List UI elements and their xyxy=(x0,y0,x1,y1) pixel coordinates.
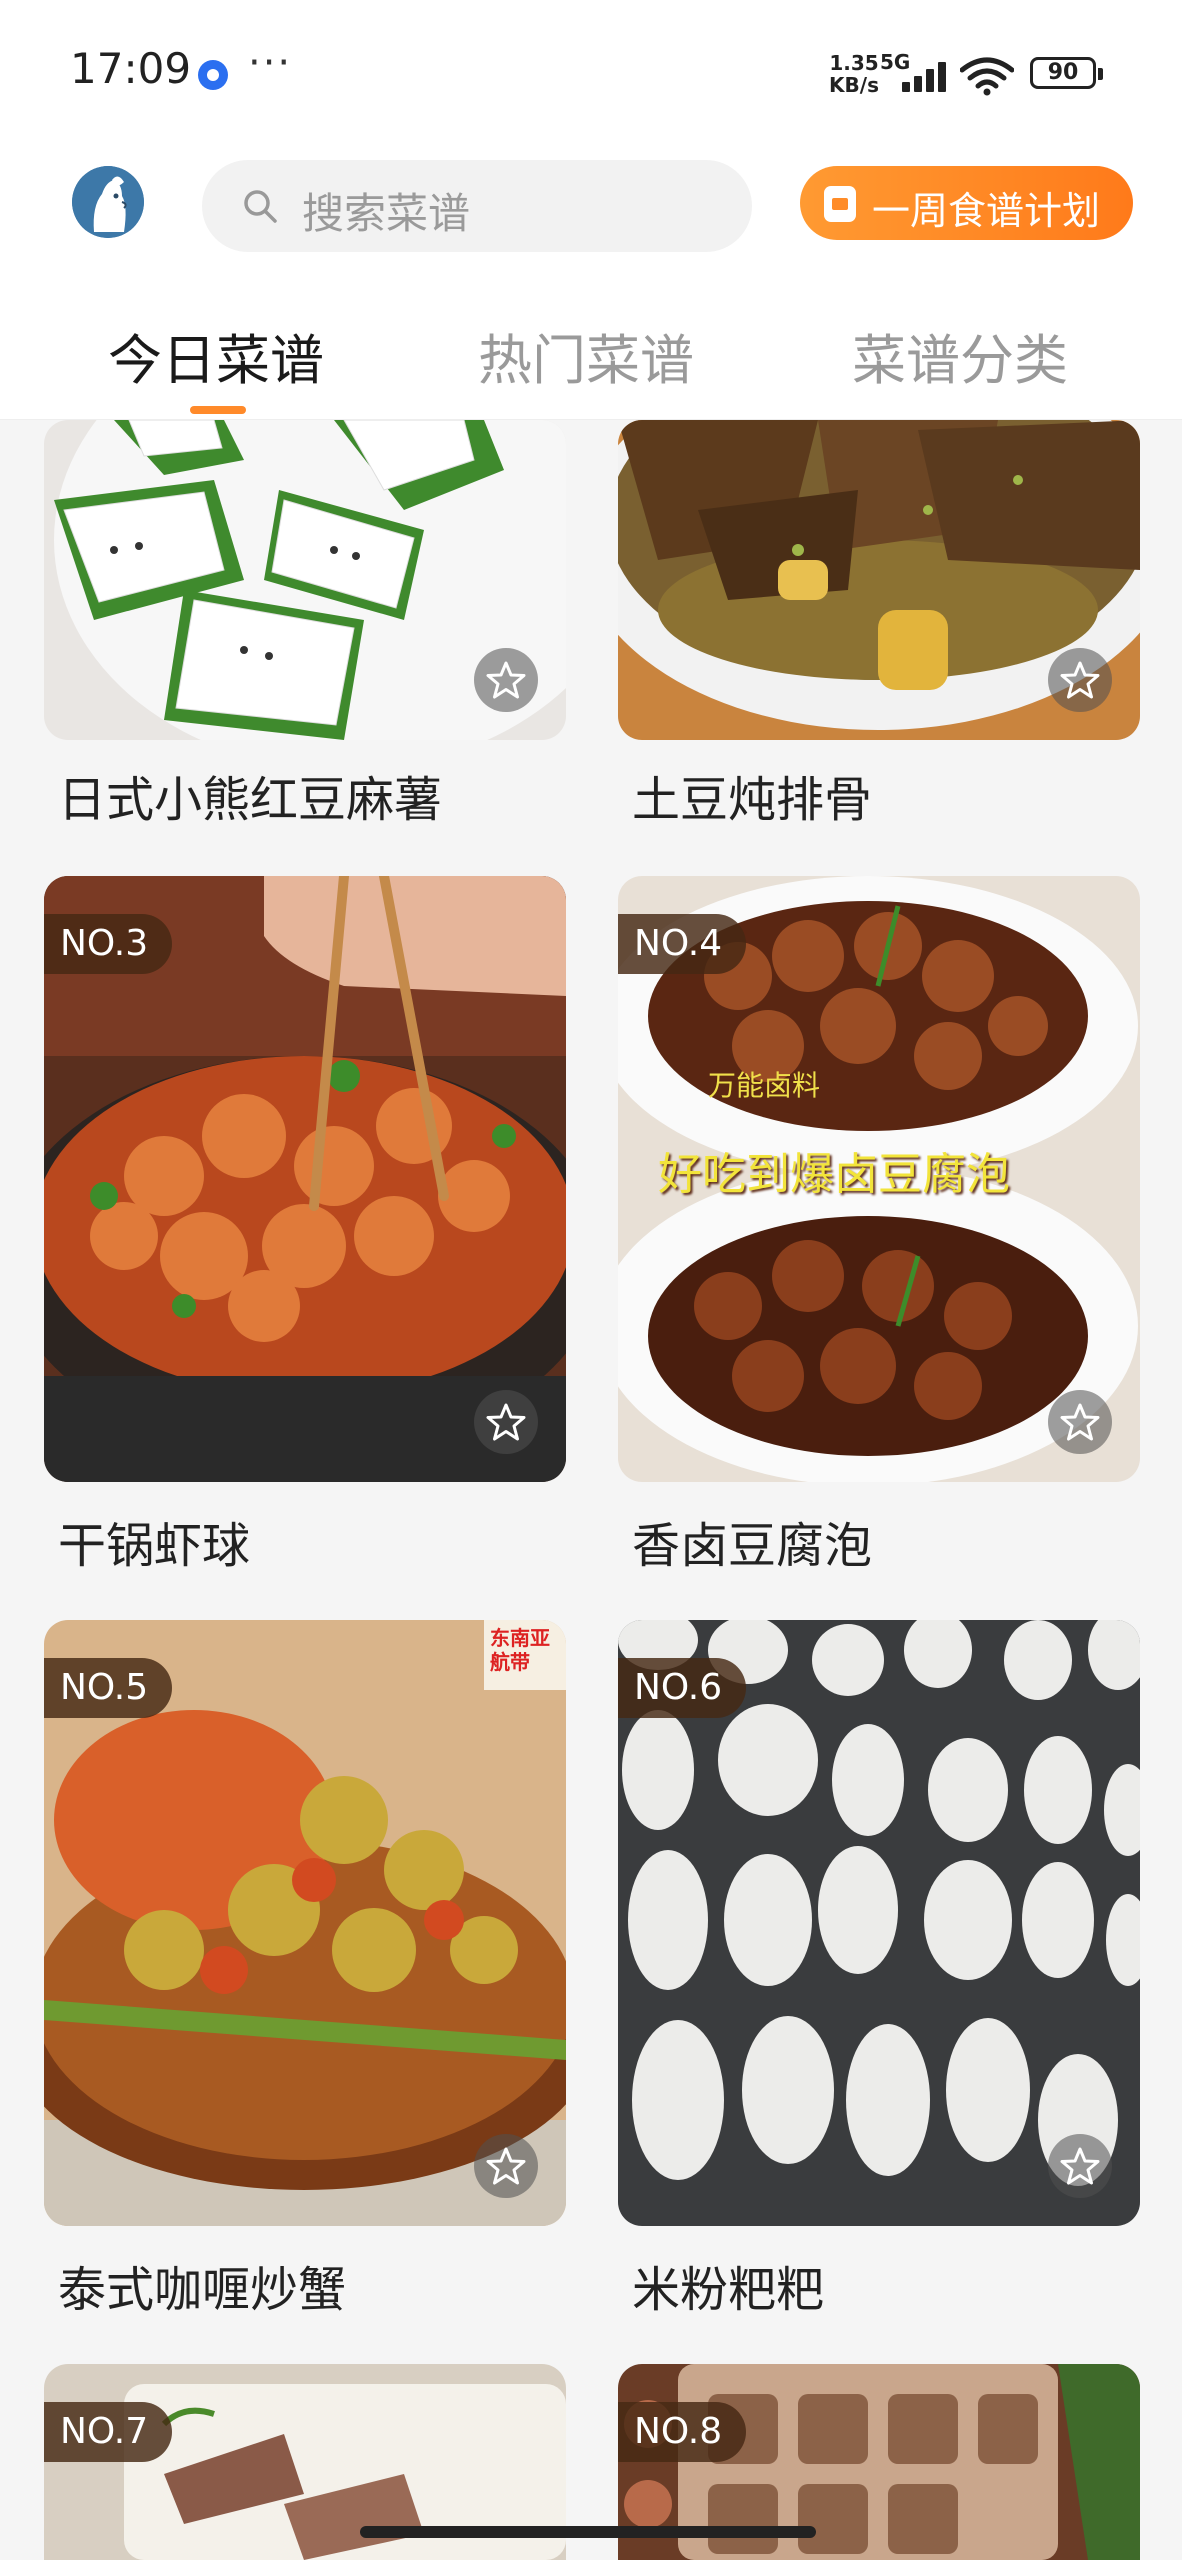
screen: 17:09 ··· 1.35 KB/s 5G 90 搜索菜谱 一周食谱计划 今日… xyxy=(0,0,1182,2560)
recipe-title: 土豆炖排骨 xyxy=(632,772,873,828)
recipe-image: 万能卤料 好吃到爆卤豆腐泡 NO.4 xyxy=(618,876,1140,1482)
avatar[interactable] xyxy=(72,166,144,238)
image-caption: 好吃到爆卤豆腐泡 xyxy=(658,1149,1010,1200)
rank-badge: NO.7 xyxy=(44,2402,173,2462)
more-notifications-icon: ··· xyxy=(248,40,293,86)
image-caption: 万能卤料 xyxy=(708,1069,821,1102)
calendar-icon xyxy=(824,186,856,222)
recipe-image xyxy=(618,420,1140,740)
signal-icon xyxy=(902,60,950,92)
rank-badge: NO.3 xyxy=(44,914,173,974)
recipe-title: 泰式咖喱炒蟹 xyxy=(58,2262,347,2318)
tab-categories[interactable]: 菜谱分类 xyxy=(852,316,1068,395)
rank-badge: NO.4 xyxy=(618,914,747,974)
battery-icon: 90 xyxy=(1030,57,1103,89)
image-caption: 东南亚航带 xyxy=(490,1626,550,1674)
status-bar: 17:09 ··· 1.35 KB/s 5G 90 xyxy=(0,0,1182,140)
tab-today[interactable]: 今日菜谱 xyxy=(108,316,324,395)
status-time: 17:09 xyxy=(70,44,192,93)
star-icon xyxy=(486,2147,526,2185)
star-icon xyxy=(486,661,526,699)
search-bar[interactable]: 搜索菜谱 xyxy=(202,160,752,252)
recipe-grid: 日式小熊红豆麻薯 土豆炖排骨 NO.3 干锅虾球 万能卤料 好吃到爆卤豆腐泡 N… xyxy=(0,420,1182,2560)
favorite-button[interactable] xyxy=(474,648,538,712)
recipe-title: 干锅虾球 xyxy=(58,1518,251,1574)
notification-dot-icon xyxy=(198,60,228,90)
star-icon xyxy=(1060,2147,1100,2185)
favorite-button[interactable] xyxy=(474,2134,538,2198)
rank-badge: NO.6 xyxy=(618,1658,747,1718)
dog-avatar-icon xyxy=(72,166,144,238)
network-speed-value: 1.35 xyxy=(829,51,879,75)
favorite-button[interactable] xyxy=(1048,1390,1112,1454)
home-indicator[interactable] xyxy=(360,2526,816,2538)
search-placeholder: 搜索菜谱 xyxy=(302,189,471,238)
recipe-image: 东南亚航带 NO.5 xyxy=(44,1620,566,2226)
wifi-icon xyxy=(960,57,1014,96)
tab-bar: 今日菜谱 热门菜谱 菜谱分类 xyxy=(0,280,1182,420)
star-icon xyxy=(486,1403,526,1441)
favorite-button[interactable] xyxy=(1048,2134,1112,2198)
network-speed-unit: KB/s xyxy=(829,73,879,97)
recipe-title: 香卤豆腐泡 xyxy=(632,1518,873,1574)
favorite-button[interactable] xyxy=(474,1390,538,1454)
recipe-image xyxy=(44,420,566,740)
rank-badge: NO.8 xyxy=(618,2402,747,2462)
battery-level: 90 xyxy=(1047,60,1079,85)
tab-popular[interactable]: 热门菜谱 xyxy=(478,316,694,395)
rank-badge: NO.5 xyxy=(44,1658,173,1718)
weekly-plan-label: 一周食谱计划 xyxy=(872,189,1101,233)
weekly-plan-button[interactable]: 一周食谱计划 xyxy=(800,166,1133,240)
network-speed: 1.35 KB/s xyxy=(826,52,882,96)
app-header: 搜索菜谱 一周食谱计划 xyxy=(0,140,1182,280)
favorite-button[interactable] xyxy=(1048,648,1112,712)
recipe-title: 米粉粑粑 xyxy=(632,2262,825,2318)
recipe-image: NO.6 xyxy=(618,1620,1140,2226)
star-icon xyxy=(1060,1403,1100,1441)
recipe-title: 日式小熊红豆麻薯 xyxy=(58,772,443,828)
search-icon xyxy=(244,190,277,223)
recipe-image: NO.3 xyxy=(44,876,566,1482)
tab-indicator xyxy=(190,406,246,414)
star-icon xyxy=(1060,661,1100,699)
